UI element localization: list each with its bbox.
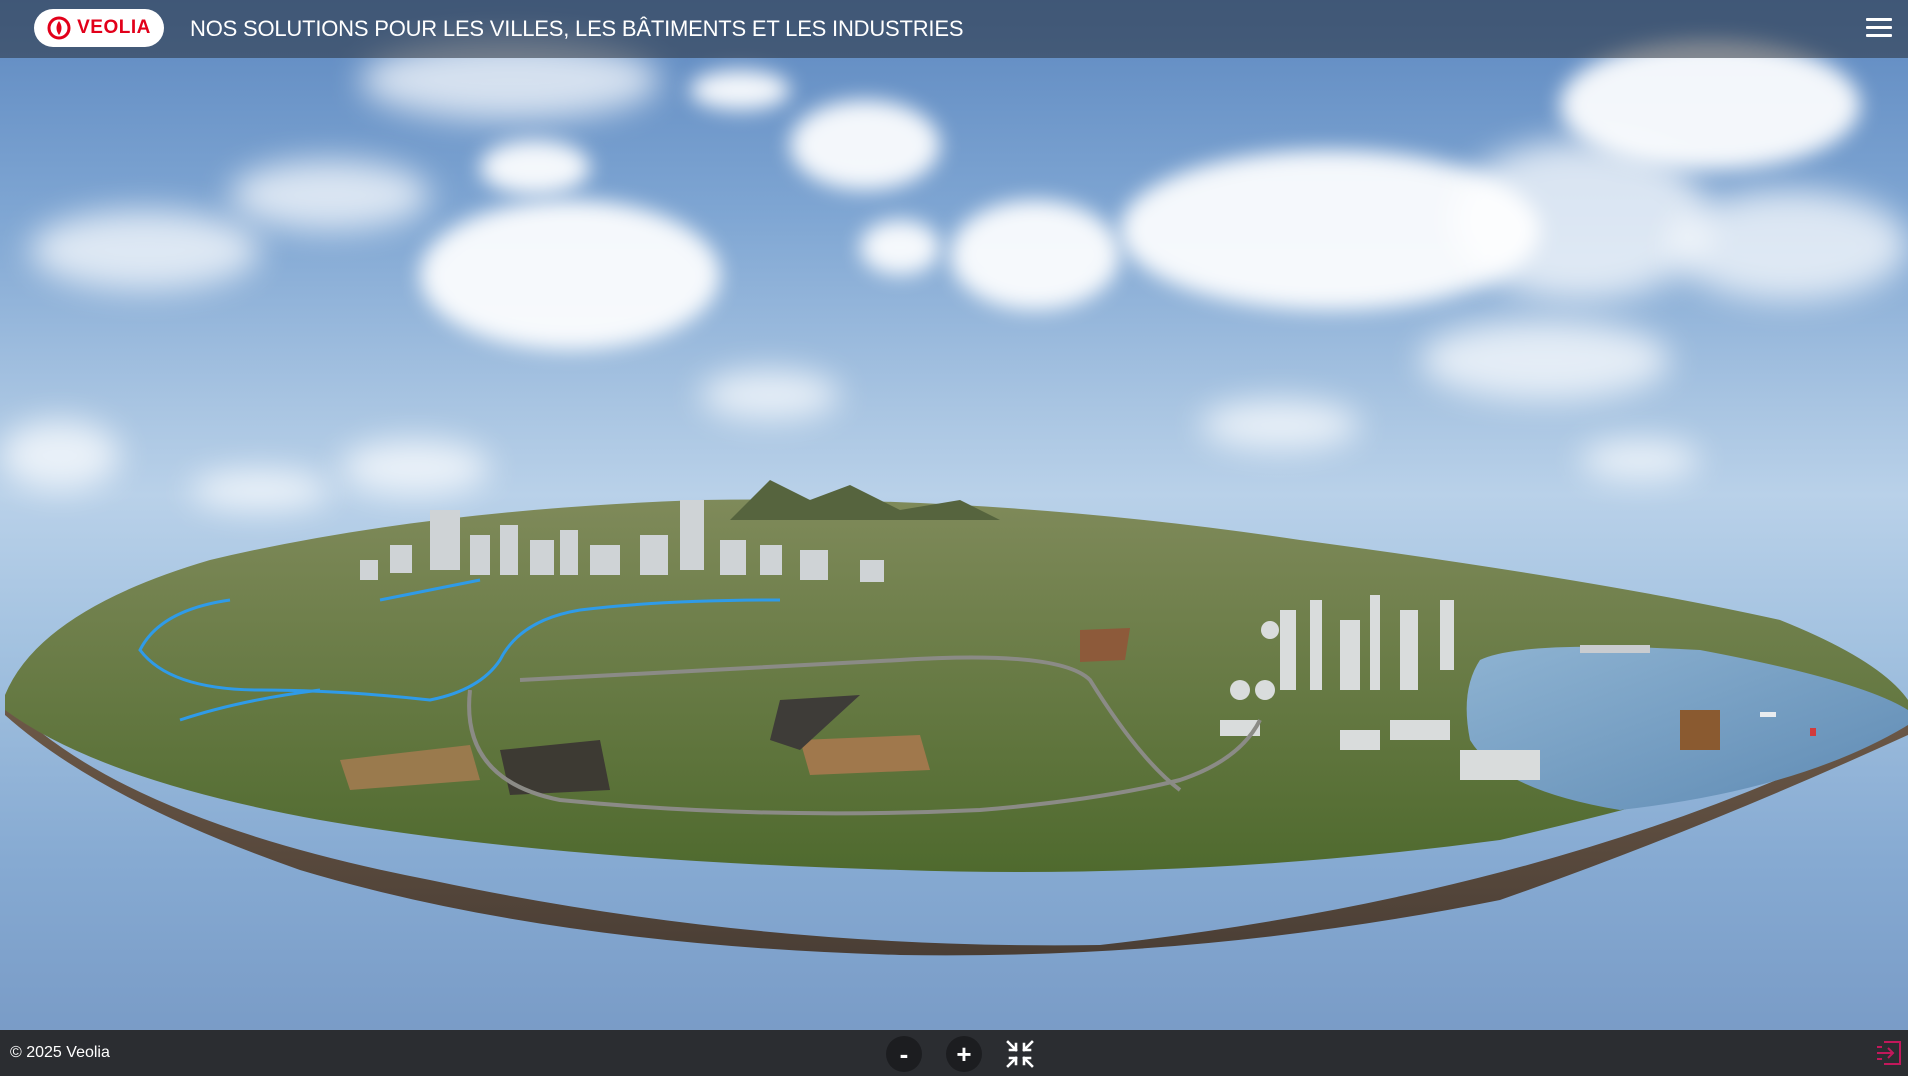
- collapse-arrows-icon[interactable]: [1004, 1038, 1036, 1070]
- floating-island: [5, 480, 1908, 956]
- veolia-logo-icon: [47, 16, 71, 40]
- top-bar: VEOLIA NOS SOLUTIONS POUR LES VILLES, LE…: [0, 0, 1908, 58]
- logo-text: VEOLIA: [77, 17, 151, 38]
- island-3d-scene[interactable]: [0, 0, 1908, 1076]
- page-title: NOS SOLUTIONS POUR LES VILLES, LES BÂTIM…: [190, 16, 964, 41]
- copyright-text: © 2025 Veolia: [10, 1044, 110, 1061]
- zoom-out-button[interactable]: -: [886, 1036, 922, 1072]
- exit-door-icon[interactable]: [1874, 1038, 1904, 1068]
- hamburger-menu-icon[interactable]: [1866, 15, 1892, 41]
- zoom-in-button[interactable]: +: [946, 1036, 982, 1072]
- veolia-logo[interactable]: VEOLIA: [34, 9, 164, 47]
